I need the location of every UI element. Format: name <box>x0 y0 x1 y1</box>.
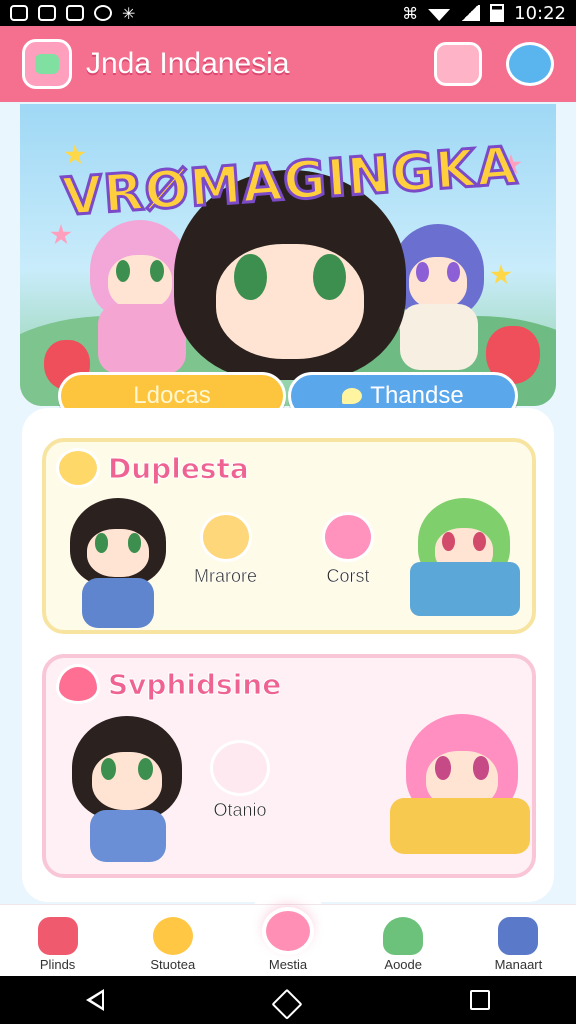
star-icon <box>490 264 512 285</box>
bus-icon <box>498 917 539 955</box>
back-icon[interactable] <box>86 989 104 1011</box>
nav-label: Plinds <box>39 957 76 972</box>
nav-label: Mestia <box>268 957 308 972</box>
pink-dress <box>98 304 186 374</box>
hero-banner[interactable]: VRØMAGINGKA <box>20 104 556 406</box>
battery-icon <box>490 4 505 22</box>
blue-outfit <box>82 578 154 628</box>
thanks-button-label: Thandse <box>370 382 464 409</box>
app-logo-icon[interactable] <box>22 39 72 89</box>
blue-outfit <box>90 810 166 862</box>
system-nav-bar <box>0 976 576 1024</box>
section-card[interactable]: Duplesta Mrarore Corst <box>42 438 536 634</box>
sparkle-icon: ✳ <box>122 3 136 23</box>
nav-label: Manaart <box>494 957 543 972</box>
flower-hat-character <box>72 716 182 820</box>
section-title: Duplesta <box>108 451 250 485</box>
item-label: Otanio <box>213 800 267 821</box>
nav-item-manage[interactable]: Manaart <box>461 905 576 976</box>
star-icon <box>64 144 86 165</box>
content-panel: Duplesta Mrarore Corst Svphidsine Otanio <box>22 408 554 902</box>
list-item[interactable]: Otanio <box>210 740 270 821</box>
frog-icon <box>383 917 424 955</box>
media-icon <box>94 5 112 21</box>
bird-icon <box>342 388 363 404</box>
nav-label: Aoode <box>384 957 422 972</box>
white-dress <box>400 304 478 370</box>
notification-icon <box>10 5 28 21</box>
item-label: Corst <box>326 566 370 587</box>
bottom-nav: Plinds Stuotea Mestia Aoode Manaart <box>0 904 576 976</box>
tablet-prop <box>410 562 520 616</box>
pink-bear-icon <box>322 512 374 562</box>
signal-icon <box>460 5 481 21</box>
list-item[interactable]: Mrarore <box>194 512 257 587</box>
gift-bag-icon[interactable] <box>434 42 482 86</box>
mail-icon <box>66 5 84 21</box>
nav-item-media[interactable]: Mestia <box>230 905 345 976</box>
ghost-bunny-icon <box>210 740 270 796</box>
app-header: Jnda Indanesia <box>0 26 576 102</box>
list-item[interactable]: Corst <box>322 512 374 587</box>
vibrate-icon: ⌘ <box>402 3 419 23</box>
section-card[interactable]: Svphidsine Otanio <box>42 654 536 878</box>
locations-button-label: Ldocas <box>133 382 211 409</box>
item-label: Mrarore <box>194 566 258 587</box>
recent-apps-icon[interactable] <box>470 990 490 1010</box>
nav-item-home[interactable]: Plinds <box>0 905 115 976</box>
nav-item-mode[interactable]: Aoode <box>346 905 461 976</box>
status-bar: ✳ ⌘ 10:22 <box>0 0 576 26</box>
gift-props <box>390 798 530 854</box>
status-time: 10:22 <box>514 2 566 24</box>
nav-item-studio[interactable]: Stuotea <box>115 905 230 976</box>
nav-label: Stuotea <box>150 957 196 972</box>
home-icon[interactable] <box>271 988 303 1020</box>
sun-face-icon <box>56 448 100 488</box>
app-title: Jnda Indanesia <box>86 47 290 80</box>
chick-icon <box>199 512 252 562</box>
lion-icon <box>152 917 193 955</box>
section-title: Svphidsine <box>107 667 282 701</box>
heart-icon <box>56 664 100 704</box>
photo-icon <box>38 5 56 21</box>
wifi-icon <box>428 9 451 21</box>
bear-icon <box>262 907 314 955</box>
house-icon <box>37 917 78 955</box>
chat-bubble-icon[interactable] <box>506 42 554 86</box>
black-hair-character <box>70 498 166 586</box>
